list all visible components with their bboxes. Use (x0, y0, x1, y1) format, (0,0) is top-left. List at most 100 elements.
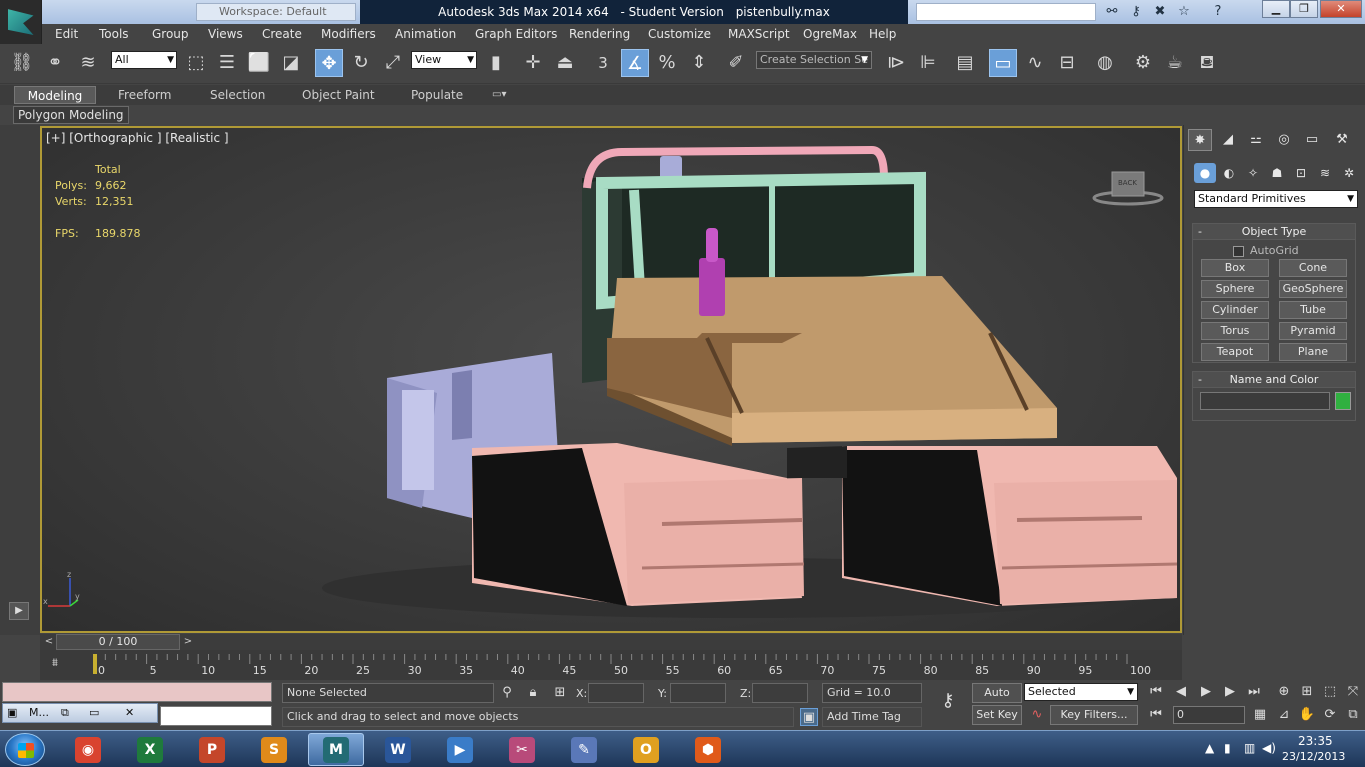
cylinder-button[interactable]: Cylinder (1201, 301, 1269, 319)
taskbar-app-paint[interactable]: ✎ (556, 733, 612, 766)
box-button[interactable]: Box (1201, 259, 1269, 277)
window-crossing-icon[interactable]: ◪ (277, 49, 305, 77)
viewcube[interactable]: BACK (1092, 168, 1164, 208)
x-coordinate-input[interactable] (588, 683, 644, 703)
key-selection-dropdown[interactable]: Selected ▼ (1024, 683, 1138, 701)
link-icon[interactable]: ⛓ (8, 49, 36, 77)
object-type-header[interactable]: - Object Type (1193, 224, 1355, 240)
close-button[interactable]: ✕ (1320, 0, 1362, 18)
field-of-view-icon[interactable]: ⊿ (1275, 706, 1293, 724)
key-filters-button[interactable]: Key Filters... (1050, 705, 1138, 725)
utilities-tab-icon[interactable]: ⚒ (1330, 129, 1354, 151)
key-mode-toggle-icon[interactable]: ⏮ (1147, 706, 1165, 724)
current-frame-input[interactable]: 0 (1173, 706, 1245, 724)
binoculars-icon[interactable]: ⚯ (1104, 4, 1120, 20)
spinner-snap-icon[interactable]: ⇕ (685, 49, 713, 77)
taskbar-app-word[interactable]: W (370, 733, 426, 766)
pivot-point-icon[interactable]: ▮ (482, 49, 510, 77)
taskbar-app-chrome[interactable]: ◉ (60, 733, 116, 766)
previous-frame-icon[interactable]: ◀ (1172, 683, 1190, 701)
set-keys-icon[interactable]: ⚷ (934, 692, 962, 710)
cone-button[interactable]: Cone (1279, 259, 1347, 277)
teapot-button[interactable]: Teapot (1201, 343, 1269, 361)
space-warps-icon[interactable]: ≋ (1314, 163, 1336, 183)
tab-selection[interactable]: Selection (202, 86, 273, 104)
menu-tools[interactable]: Tools (99, 27, 129, 41)
time-slider-prev-icon[interactable]: < (42, 635, 56, 649)
toggle-ribbon-icon[interactable]: ▭ (989, 49, 1017, 77)
name-and-color-header[interactable]: - Name and Color (1193, 372, 1355, 388)
reference-coordinate-dropdown[interactable]: View ▼ (411, 51, 477, 69)
z-coordinate-input[interactable] (752, 683, 808, 703)
ribbon-options-icon[interactable]: ▭▾ (484, 86, 514, 104)
hierarchy-tab-icon[interactable]: ⚍ (1244, 129, 1268, 151)
object-name-input[interactable] (1200, 392, 1330, 410)
auto-key-button[interactable]: Auto Key (972, 683, 1022, 717)
tube-button[interactable]: Tube (1279, 301, 1347, 319)
go-to-end-icon[interactable]: ⏭ (1245, 683, 1263, 701)
taskbar-app-3dsmax[interactable]: M (308, 733, 364, 766)
current-frame-marker[interactable] (93, 654, 97, 674)
percent-snap-icon[interactable]: % (653, 49, 681, 77)
minimize-button[interactable]: ▁ (1262, 0, 1290, 18)
select-and-move-icon[interactable]: ✥ (315, 49, 343, 77)
torus-button[interactable]: Torus (1201, 322, 1269, 340)
pan-icon[interactable]: ✋ (1298, 706, 1316, 724)
menu-create[interactable]: Create (262, 27, 302, 41)
taskbar-app-network[interactable]: ⬢ (680, 733, 736, 766)
rectangular-region-icon[interactable]: ⬜ (245, 49, 273, 77)
expand-panel-icon[interactable]: ▶ (9, 602, 29, 620)
tab-object-paint[interactable]: Object Paint (294, 86, 383, 104)
viewport-label[interactable]: [+] [Orthographic ] [Realistic ] (46, 131, 229, 145)
adaptive-degradation-icon[interactable]: ▣ (800, 708, 818, 726)
systems-icon[interactable]: ✲ (1338, 163, 1360, 183)
helpers-icon[interactable]: ⊡ (1290, 163, 1312, 183)
menu-modifiers[interactable]: Modifiers (321, 27, 376, 41)
create-tab-icon[interactable]: ✸ (1188, 129, 1212, 151)
display-tab-icon[interactable]: ▭ (1300, 129, 1324, 151)
object-category-dropdown[interactable]: Standard Primitives ▼ (1194, 190, 1358, 208)
select-object-icon[interactable]: ⬚ (182, 49, 210, 77)
power-icon[interactable]: ▮ (1224, 741, 1231, 755)
taskbar-app-media[interactable]: ▶ (432, 733, 488, 766)
zoom-extents-all-icon[interactable]: ⤧ (1344, 683, 1362, 701)
app-menu-button[interactable] (0, 0, 42, 44)
star-icon[interactable]: ☆ (1176, 4, 1192, 20)
time-slider-next-icon[interactable]: > (181, 635, 195, 649)
zoom-extents-icon[interactable]: ⬚ (1321, 683, 1339, 701)
workspace-selector[interactable]: Workspace: Default (196, 3, 356, 21)
volume-icon[interactable]: ◀) (1262, 741, 1276, 755)
material-editor-icon[interactable]: ◍ (1091, 49, 1119, 77)
unlink-icon[interactable]: ⚭ (41, 49, 69, 77)
time-configuration-icon[interactable]: ▦ (1251, 706, 1269, 724)
plane-button[interactable]: Plane (1279, 343, 1347, 361)
select-and-scale-icon[interactable]: ⤢ (379, 49, 407, 77)
menu-maxscript[interactable]: MAXScript (728, 27, 790, 41)
add-time-tag[interactable]: Add Time Tag (822, 707, 922, 727)
layer-explorer-icon[interactable]: ▤ (951, 49, 979, 77)
render-setup-icon[interactable]: ⚙ (1129, 49, 1157, 77)
rendered-frame-window-icon[interactable]: ☕ (1161, 49, 1189, 77)
mirror-icon[interactable]: ⧐ (882, 49, 910, 77)
select-and-rotate-icon[interactable]: ↻ (347, 49, 375, 77)
edit-named-selection-icon[interactable]: ✐ (722, 49, 750, 77)
taskbar-app-snipping[interactable]: ✂ (494, 733, 550, 766)
menu-graph-editors[interactable]: Graph Editors (475, 27, 557, 41)
y-coordinate-input[interactable] (670, 683, 726, 703)
maximize-button[interactable]: ❐ (1290, 0, 1318, 18)
tab-populate[interactable]: Populate (403, 86, 471, 104)
tab-modeling[interactable]: Modeling (14, 86, 96, 104)
render-production-icon[interactable]: ⛾ (1193, 49, 1221, 77)
sphere-button[interactable]: Sphere (1201, 280, 1269, 298)
start-button[interactable] (5, 733, 45, 766)
shapes-icon[interactable]: ◐ (1218, 163, 1240, 183)
polygon-modeling-panel[interactable]: Polygon Modeling (13, 106, 129, 124)
menu-views[interactable]: Views (208, 27, 243, 41)
snaps-toggle-icon[interactable]: 3 (589, 49, 617, 77)
selection-lock-icon[interactable]: 🔒︎ (524, 684, 542, 702)
zoom-icon[interactable]: ⊕ (1275, 683, 1293, 701)
taskbar-app-outlook[interactable]: O (618, 733, 674, 766)
orbit-icon[interactable]: ⟳ (1321, 706, 1339, 724)
object-color-swatch[interactable] (1335, 392, 1351, 410)
go-to-start-icon[interactable]: ⏮ (1147, 683, 1165, 701)
